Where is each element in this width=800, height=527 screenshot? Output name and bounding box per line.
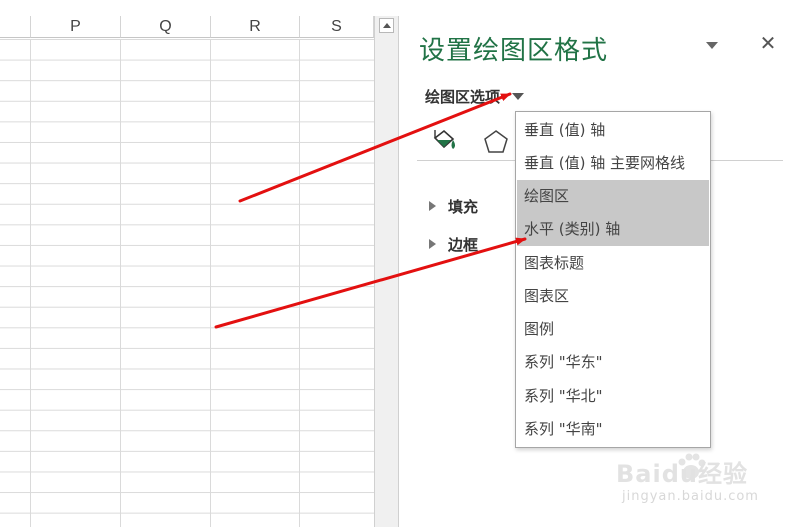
column-headers: P Q R S <box>0 16 374 39</box>
dropdown-item-series-south[interactable]: 系列 "华南" <box>517 413 709 446</box>
cell-grid[interactable] <box>0 39 374 527</box>
chevron-down-icon[interactable] <box>512 92 525 100</box>
pane-menu-chevron-icon[interactable] <box>706 42 718 49</box>
expand-triangle-icon <box>429 239 436 249</box>
watermark-text: Baidu经验 <box>616 460 748 488</box>
dropdown-item-chart-area[interactable]: 图表区 <box>517 280 709 313</box>
column-header-p[interactable]: P <box>31 16 121 38</box>
section-fill-label: 填充 <box>448 197 479 216</box>
format-tabs <box>429 124 519 160</box>
options-label: 绘图区选项 <box>425 87 501 106</box>
pane-title: 设置绘图区格式 <box>419 36 609 66</box>
dropdown-item-series-east[interactable]: 系列 "华东" <box>517 346 709 379</box>
section-border-label: 边框 <box>448 235 479 254</box>
watermark-url: jingyan.baidu.com <box>622 489 759 504</box>
expand-triangle-icon <box>429 201 436 211</box>
scroll-up-icon[interactable] <box>379 18 394 33</box>
section-fill[interactable]: 填充 <box>429 194 478 218</box>
chart-element-dropdown-list: 垂直 (值) 轴 垂直 (值) 轴 主要网格线 绘图区 水平 (类别) 轴 图表… <box>515 111 711 448</box>
dropdown-item-vertical-axis[interactable]: 垂直 (值) 轴 <box>517 114 709 147</box>
spreadsheet[interactable]: P Q R S <box>0 0 374 527</box>
column-header-partial[interactable] <box>0 16 31 38</box>
column-header-q[interactable]: Q <box>121 16 211 38</box>
baidu-watermark: Baidu经验 jingyan.baidu.com <box>612 448 800 527</box>
column-header-s[interactable]: S <box>300 16 374 38</box>
vertical-scrollbar[interactable] <box>374 16 399 527</box>
section-border[interactable]: 边框 <box>429 232 478 256</box>
column-header-r[interactable]: R <box>211 16 300 38</box>
dropdown-item-legend[interactable]: 图例 <box>517 313 709 346</box>
dropdown-item-chart-title[interactable]: 图表标题 <box>517 247 709 280</box>
plot-area-options-dropdown[interactable]: 绘图区选项 <box>425 84 525 108</box>
effects-pentagon-icon[interactable] <box>483 128 509 156</box>
close-icon[interactable]: ✕ <box>759 33 777 53</box>
dropdown-item-vertical-gridlines[interactable]: 垂直 (值) 轴 主要网格线 <box>517 147 709 180</box>
dropdown-item-series-north[interactable]: 系列 "华北" <box>517 380 709 413</box>
fill-line-icon[interactable] <box>429 128 459 158</box>
dropdown-item-horizontal-axis[interactable]: 水平 (类别) 轴 <box>517 213 709 246</box>
dropdown-item-plot-area[interactable]: 绘图区 <box>517 180 709 213</box>
